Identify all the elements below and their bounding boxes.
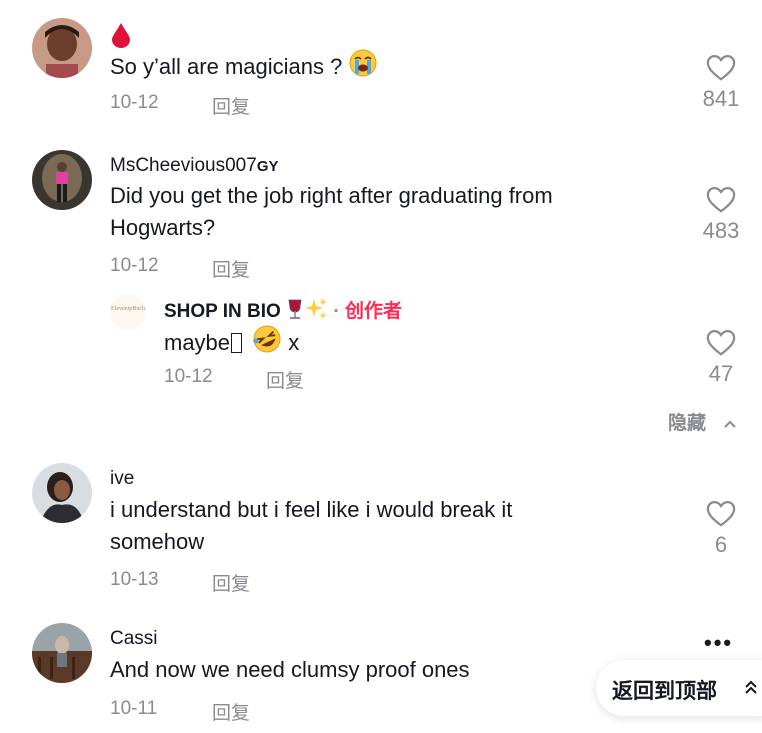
- comment-text-line-2: somehow: [110, 529, 205, 554]
- comment-text-line-2: Hogwarts?: [110, 215, 216, 240]
- heart-icon[interactable]: [706, 500, 736, 528]
- wine-glass-icon: [286, 299, 304, 327]
- heart-icon[interactable]: [706, 186, 736, 214]
- avatar[interactable]: [32, 463, 92, 523]
- heart-icon[interactable]: [706, 54, 736, 82]
- double-chevron-up-icon: [744, 673, 758, 707]
- chevron-up-icon: [723, 413, 737, 435]
- like-count: 483: [702, 218, 740, 243]
- reply-username[interactable]: SHOP IN BIO · 创作者: [164, 296, 402, 327]
- reply-button[interactable]: 回复: [212, 569, 250, 596]
- avatar[interactable]: [32, 18, 92, 78]
- avatar[interactable]: EleventyBuch: [110, 294, 146, 330]
- loudly-crying-face-icon: [348, 48, 378, 87]
- username[interactable]: MsCheevious007GY: [110, 155, 279, 177]
- like-button[interactable]: 483: [691, 186, 751, 244]
- sparkles-icon: [304, 297, 328, 327]
- hide-replies-button[interactable]: 隐藏: [668, 408, 737, 435]
- like-button[interactable]: 6: [691, 500, 751, 558]
- like-button[interactable]: 841: [691, 54, 751, 112]
- reply-date: 10-12: [164, 366, 213, 387]
- username[interactable]: ive: [110, 468, 134, 490]
- reply-button[interactable]: 回复: [212, 92, 250, 119]
- more-options-button[interactable]: •••: [704, 630, 733, 656]
- reply-button[interactable]: 回复: [212, 698, 250, 725]
- back-to-top-label: 返回到顶部: [612, 680, 717, 703]
- comment-text: Did you get the job right after graduati…: [110, 180, 553, 244]
- like-count: 841: [702, 86, 740, 111]
- comment-text: And now we need clumsy proof ones: [110, 657, 470, 682]
- username[interactable]: Cassi: [110, 628, 158, 650]
- comment-date: 10-11: [110, 698, 158, 719]
- comment-text: i understand but i feel like i would bre…: [110, 494, 512, 558]
- like-count: 47: [708, 361, 734, 386]
- comment-date: 10-12: [110, 255, 159, 276]
- like-count: 6: [714, 532, 728, 557]
- separator: ·: [333, 301, 340, 322]
- comment-text-line-1: Did you get the job right after graduati…: [110, 183, 553, 208]
- hide-replies-label: 隐藏: [668, 413, 707, 434]
- comment-text-line-1: i understand but i feel like i would bre…: [110, 497, 513, 522]
- comment-text: So y’all are magicians ?: [110, 48, 378, 87]
- comment-date: 10-12: [110, 92, 159, 113]
- reply-button[interactable]: 回复: [266, 366, 304, 393]
- comment-date: 10-13: [110, 569, 159, 590]
- username-suffix: GY: [256, 158, 279, 175]
- avatar[interactable]: [32, 150, 92, 210]
- rolling-laughing-face-icon: [252, 324, 282, 363]
- avatar[interactable]: [32, 623, 92, 683]
- reply-button[interactable]: 回复: [212, 255, 250, 282]
- heart-icon[interactable]: [706, 329, 736, 357]
- reply-text: maybe x: [164, 324, 299, 363]
- like-button[interactable]: 47: [691, 329, 751, 387]
- back-to-top-button[interactable]: 返回到顶部: [596, 660, 762, 716]
- avatar-logo-text: EleventyBuch: [111, 306, 145, 312]
- creator-badge: 创作者: [345, 301, 403, 322]
- missing-glyph-icon: [231, 333, 243, 353]
